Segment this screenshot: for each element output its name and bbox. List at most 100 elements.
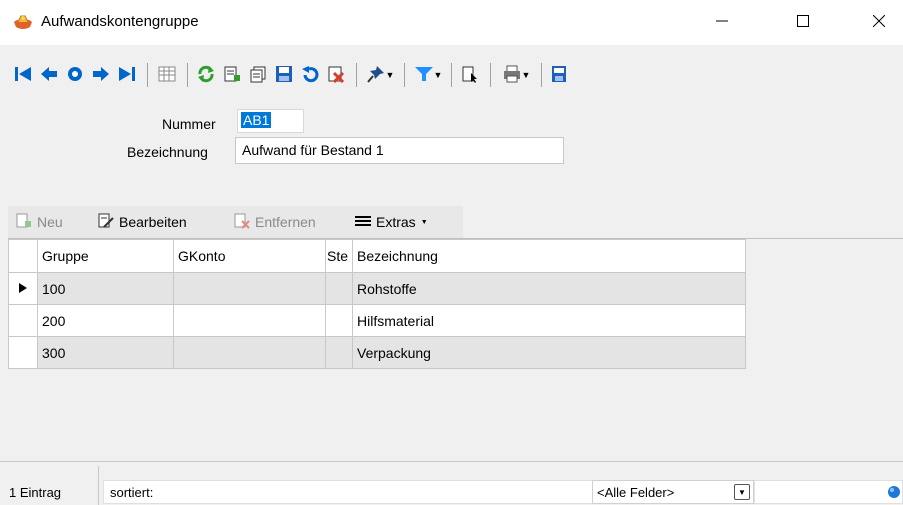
table-row[interactable]: 200 Hilfsmaterial <box>8 304 746 337</box>
previous-record-icon <box>39 65 59 86</box>
refresh-icon <box>196 65 216 86</box>
filter-icon <box>414 65 434 86</box>
print-button[interactable]: ▼ <box>497 58 535 92</box>
toolbar-separator <box>451 63 452 87</box>
toolbar-separator <box>490 63 491 87</box>
column-header-gkonto[interactable]: GKonto <box>173 239 326 273</box>
title-bar: Aufwandskontengruppe <box>0 0 903 45</box>
status-divider <box>98 466 99 505</box>
bezeichnung-field[interactable]: Aufwand für Bestand 1 <box>235 137 564 164</box>
status-bar: 1 Eintrag sortiert: <Alle Felder> ▼ <box>0 461 903 505</box>
cell-gkonto[interactable] <box>173 272 326 305</box>
save-layout-button[interactable] <box>546 58 572 92</box>
grid-table: Gruppe GKonto Ste Bezeichnung 100 Rohsto… <box>8 239 746 369</box>
refresh-button[interactable] <box>193 58 219 92</box>
table-view-button[interactable] <box>153 58 181 92</box>
cell-bezeichnung[interactable]: Rohstoffe <box>352 272 746 305</box>
remove-icon <box>234 213 250 232</box>
pin-button[interactable]: ▼ <box>363 58 397 92</box>
copy-record-icon <box>248 65 268 86</box>
column-header-bezeichnung[interactable]: Bezeichnung <box>352 239 746 273</box>
toolbar-separator <box>404 63 405 87</box>
extras-menu-button[interactable]: Extras ▼ <box>355 206 428 238</box>
window-title: Aufwandskontengruppe <box>41 13 199 30</box>
save-layout-icon <box>549 65 569 86</box>
nummer-field[interactable]: AB1 <box>237 109 304 133</box>
search-record-button[interactable] <box>62 58 88 92</box>
copy-record-button[interactable] <box>245 58 271 92</box>
first-record-icon <box>13 65 33 86</box>
next-record-button[interactable] <box>88 58 114 92</box>
save-icon <box>274 65 294 86</box>
column-header-ste[interactable]: Ste <box>325 239 353 273</box>
sort-label: sortiert: <box>110 485 154 500</box>
toolbar-separator <box>147 63 148 87</box>
chevron-down-icon: ▼ <box>385 70 395 80</box>
document-info-button[interactable] <box>457 58 483 92</box>
chevron-down-icon: ▼ <box>433 70 443 80</box>
save-button[interactable] <box>271 58 297 92</box>
main-toolbar: ▼ ▼ ▼ <box>0 58 903 92</box>
search-record-icon <box>65 65 85 86</box>
print-icon <box>502 65 522 86</box>
row-indicator <box>8 304 38 337</box>
menu-icon <box>355 214 371 231</box>
grid-toolbar: Neu Bearbeiten Entfernen Extras ▼ <box>8 206 463 238</box>
cell-gruppe[interactable]: 300 <box>37 336 174 369</box>
undo-icon <box>300 65 320 86</box>
row-indicator-header <box>8 239 38 273</box>
delete-icon <box>326 65 346 86</box>
new-record-icon <box>222 65 242 86</box>
document-info-icon <box>460 65 480 86</box>
remove-button[interactable]: Entfernen <box>234 206 316 238</box>
minimize-button[interactable] <box>699 0 745 45</box>
chevron-down-icon: ▼ <box>420 218 428 226</box>
field-select[interactable]: <Alle Felder> ▼ <box>592 480 754 504</box>
search-go-icon[interactable] <box>886 485 900 502</box>
chevron-down-icon: ▼ <box>521 70 531 80</box>
vertical-scrollbar[interactable] <box>892 239 903 461</box>
cell-bezeichnung[interactable]: Hilfsmaterial <box>352 304 746 337</box>
edit-button[interactable]: Bearbeiten <box>98 206 187 238</box>
table-view-icon <box>157 65 177 86</box>
cell-gruppe[interactable]: 200 <box>37 304 174 337</box>
pin-icon <box>366 65 386 86</box>
maximize-button[interactable] <box>780 0 826 45</box>
nummer-value: AB1 <box>241 112 272 128</box>
new-record-button[interactable] <box>219 58 245 92</box>
sort-field: sortiert: <box>103 480 593 504</box>
table-row[interactable]: 300 Verpackung <box>8 336 746 369</box>
record-count: 1 Eintrag <box>9 485 62 500</box>
current-row-indicator-icon <box>8 272 38 305</box>
previous-record-button[interactable] <box>36 58 62 92</box>
field-select-value: <Alle Felder> <box>597 485 675 500</box>
maximize-icon <box>797 15 809 30</box>
cell-bezeichnung[interactable]: Verpackung <box>352 336 746 369</box>
toolbar-separator <box>187 63 188 87</box>
last-record-button[interactable] <box>114 58 140 92</box>
close-button[interactable] <box>856 0 902 45</box>
cell-ste[interactable] <box>325 304 353 337</box>
chevron-down-icon[interactable]: ▼ <box>734 484 750 500</box>
column-header-gruppe[interactable]: Gruppe <box>37 239 174 273</box>
cell-gkonto[interactable] <box>173 336 326 369</box>
cell-ste[interactable] <box>325 336 353 369</box>
last-record-icon <box>117 65 137 86</box>
first-record-button[interactable] <box>10 58 36 92</box>
cell-gruppe[interactable]: 100 <box>37 272 174 305</box>
hands-money-icon <box>12 13 34 33</box>
search-input[interactable] <box>754 480 903 504</box>
close-icon <box>872 14 886 30</box>
cell-gkonto[interactable] <box>173 304 326 337</box>
minimize-icon <box>716 15 728 30</box>
data-grid: Gruppe GKonto Ste Bezeichnung 100 Rohsto… <box>8 238 903 461</box>
new-button[interactable]: Neu <box>16 206 63 238</box>
undo-button[interactable] <box>297 58 323 92</box>
filter-button[interactable]: ▼ <box>411 58 445 92</box>
new-row-icon <box>16 213 32 232</box>
edit-icon <box>98 213 114 232</box>
delete-button[interactable] <box>323 58 349 92</box>
cell-ste[interactable] <box>325 272 353 305</box>
table-row[interactable]: 100 Rohstoffe <box>8 272 746 305</box>
nummer-label: Nummer <box>162 116 216 132</box>
